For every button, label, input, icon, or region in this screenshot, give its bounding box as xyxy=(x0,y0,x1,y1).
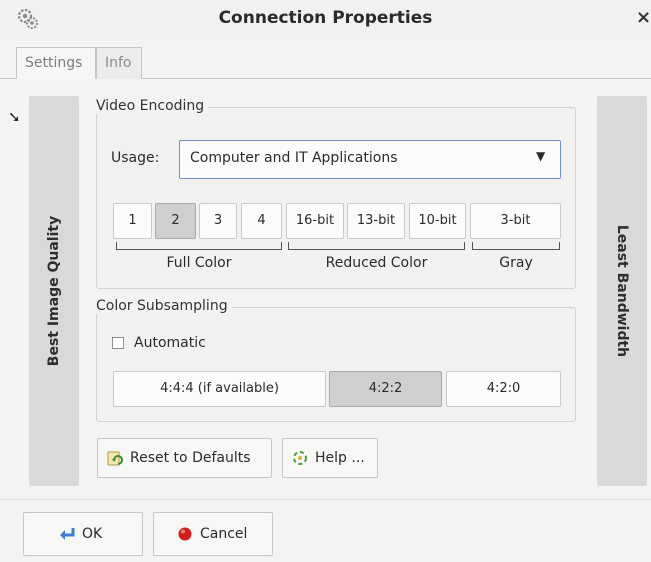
mouse-cursor-icon: ➘ xyxy=(8,108,21,126)
subsampling-422[interactable]: 4:2:2 xyxy=(329,371,442,407)
quality-option-label: 2 xyxy=(171,213,180,228)
cancel-button[interactable]: Cancel xyxy=(153,512,273,556)
quality-option-13bit[interactable]: 13-bit xyxy=(347,203,405,239)
tab-info-label: Info xyxy=(105,55,132,71)
gray-bracket xyxy=(472,242,560,250)
reduced-color-bracket xyxy=(288,242,465,250)
quality-option-1[interactable]: 1 xyxy=(113,203,152,239)
quality-option-label: 16-bit xyxy=(295,213,335,228)
automatic-checkbox[interactable] xyxy=(112,337,124,349)
video-encoding-legend: Video Encoding xyxy=(96,98,209,114)
quality-option-3[interactable]: 3 xyxy=(199,203,237,239)
color-subsampling-legend: Color Subsampling xyxy=(96,298,232,314)
usage-selected-value: Computer and IT Applications xyxy=(190,150,398,166)
usage-label: Usage: xyxy=(111,150,160,166)
quality-option-label: 3-bit xyxy=(500,213,531,228)
ok-arrow-icon xyxy=(60,528,75,540)
cancel-icon xyxy=(178,527,192,541)
subsampling-420[interactable]: 4:2:0 xyxy=(446,371,561,407)
tab-settings-label: Settings xyxy=(25,55,83,71)
quality-option-16bit[interactable]: 16-bit xyxy=(286,203,344,239)
quality-option-4[interactable]: 4 xyxy=(241,203,282,239)
quality-option-label: 1 xyxy=(128,213,137,228)
quality-option-label: 10-bit xyxy=(418,213,457,228)
help-icon xyxy=(293,451,307,465)
subsampling-option-label: 4:2:0 xyxy=(486,381,521,396)
least-bandwidth-label: Least Bandwidth xyxy=(614,224,630,358)
tab-settings[interactable]: Settings xyxy=(16,47,96,79)
cancel-button-label: Cancel xyxy=(200,526,248,542)
help-button[interactable]: Help ... xyxy=(282,438,378,478)
reset-to-defaults-button[interactable]: Reset to Defaults xyxy=(97,438,272,478)
full-color-label: Full Color xyxy=(166,255,232,271)
dropdown-arrow-icon: ▼ xyxy=(536,149,546,163)
full-color-bracket xyxy=(116,242,282,250)
footer-divider xyxy=(0,499,651,500)
quality-option-2[interactable]: 2 xyxy=(155,203,196,239)
reset-icon xyxy=(107,451,123,466)
ok-button-label: OK xyxy=(82,526,103,542)
subsampling-option-label: 4:4:4 (if available) xyxy=(160,381,279,396)
reset-button-label: Reset to Defaults xyxy=(130,450,251,466)
quality-option-10bit[interactable]: 10-bit xyxy=(409,203,466,239)
usage-dropdown[interactable]: Computer and IT Applications ▼ xyxy=(179,140,561,179)
least-bandwidth-bar: Least Bandwidth xyxy=(597,96,647,486)
quality-option-label: 3 xyxy=(213,213,223,228)
subsampling-option-label: 4:2:2 xyxy=(368,381,403,396)
reduced-color-label: Reduced Color xyxy=(325,255,428,271)
automatic-label[interactable]: Automatic xyxy=(134,335,206,351)
tab-info[interactable]: Info xyxy=(96,47,142,79)
gray-label: Gray xyxy=(499,255,533,271)
quality-option-label: 13-bit xyxy=(356,213,396,228)
quality-option-label: 4 xyxy=(257,213,266,228)
quality-option-3bit[interactable]: 3-bit xyxy=(470,203,561,239)
subsampling-444[interactable]: 4:4:4 (if available) xyxy=(113,371,326,407)
best-quality-bar: Best Image Quality xyxy=(29,96,79,486)
help-button-label: Help ... xyxy=(315,450,365,466)
window-title: Connection Properties xyxy=(218,8,433,28)
best-quality-label: Best Image Quality xyxy=(46,215,62,367)
close-icon[interactable]: × xyxy=(636,7,651,28)
ok-button[interactable]: OK xyxy=(23,512,143,556)
